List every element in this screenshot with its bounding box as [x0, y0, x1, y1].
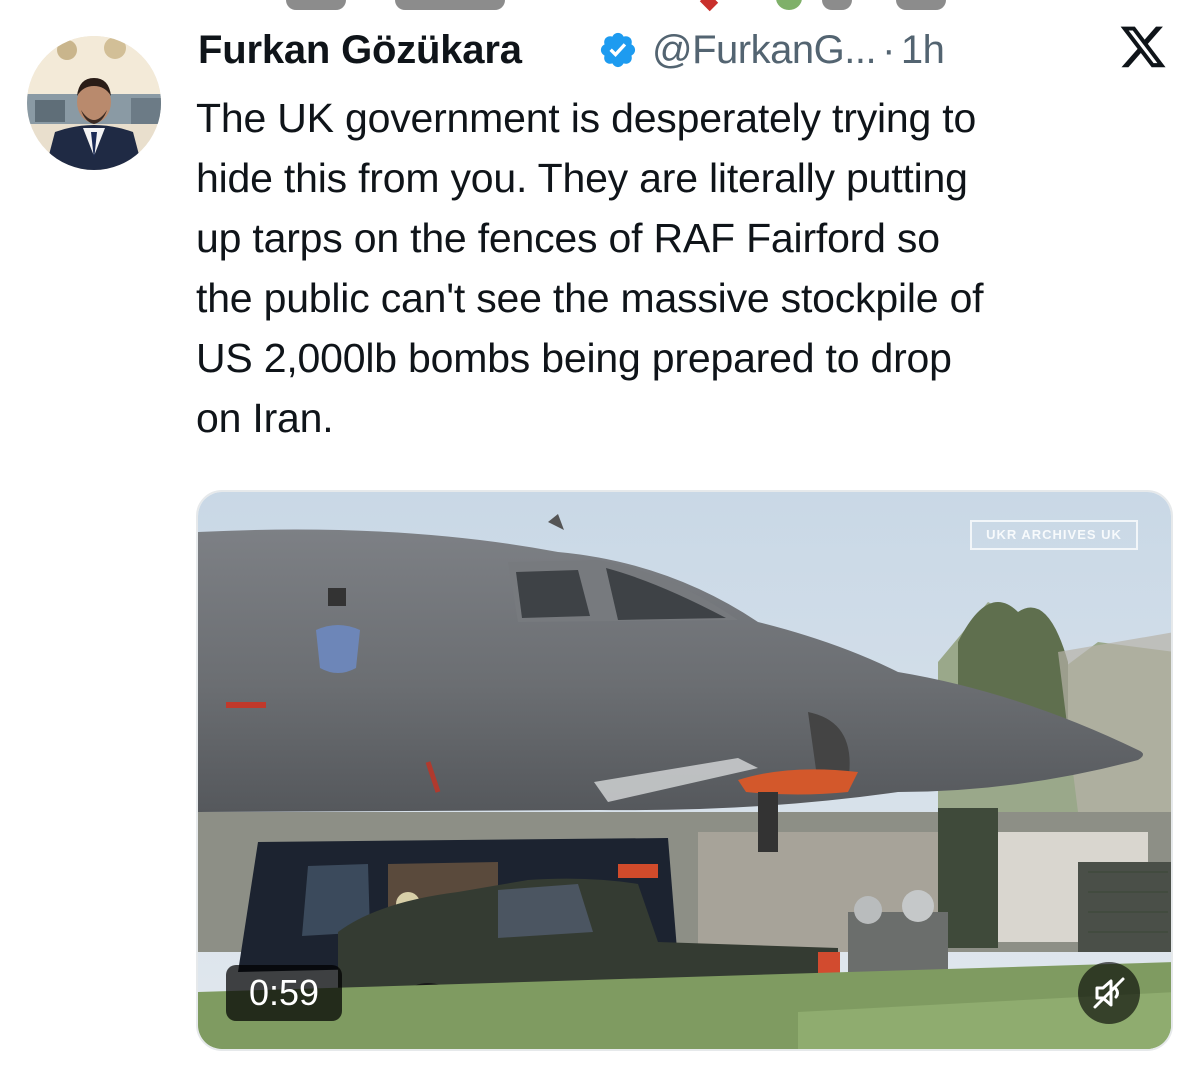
video-thumbnail: [198, 492, 1171, 1049]
author-avatar[interactable]: [27, 36, 161, 170]
avatar-photo: [27, 36, 161, 170]
mute-toggle-button[interactable]: [1078, 962, 1140, 1024]
author-handle[interactable]: @FurkanG...: [652, 28, 877, 72]
x-logo-icon: [1120, 26, 1166, 68]
separator-dot: ·: [882, 28, 895, 72]
video-player[interactable]: UKR ARCHIVES UK 0:59: [196, 490, 1173, 1051]
author-handle-and-time[interactable]: @FurkanG... · 1h: [652, 26, 945, 74]
author-name[interactable]: Furkan Gözükara: [198, 26, 522, 74]
video-duration-badge: 0:59: [226, 965, 342, 1021]
post-text: The UK government is desperately trying …: [196, 95, 984, 441]
speaker-muted-icon: [1093, 977, 1125, 1009]
previous-post-cutoff: [0, 0, 1200, 14]
video-watermark: UKR ARCHIVES UK: [970, 520, 1138, 550]
verified-badge-icon: [600, 32, 636, 68]
post-timestamp[interactable]: 1h: [901, 28, 945, 72]
